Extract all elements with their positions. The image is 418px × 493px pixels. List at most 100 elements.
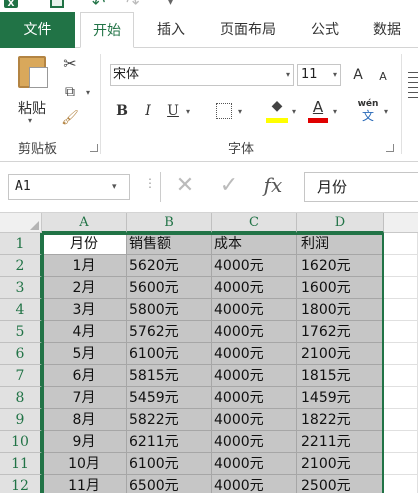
grid-cell[interactable]: 2500元 — [297, 475, 384, 493]
formula-input[interactable]: 月份 — [304, 172, 418, 202]
row-header[interactable]: 9 — [0, 409, 42, 431]
grid-cell[interactable]: 6100元 — [127, 453, 212, 475]
chevron-down-icon[interactable]: ▾ — [238, 107, 242, 116]
grid-cell[interactable]: 2100元 — [297, 453, 384, 475]
tab-formulas[interactable]: 公式 — [302, 12, 348, 48]
font-dialog-launcher-icon[interactable] — [386, 144, 394, 152]
grid-cell[interactable]: 2100元 — [297, 343, 384, 365]
redo-icon[interactable]: ↷ — [126, 0, 140, 12]
underline-button[interactable]: U — [163, 100, 183, 122]
chevron-down-icon[interactable]: ▾ — [286, 70, 290, 79]
active-cell[interactable]: 月份 — [42, 233, 127, 255]
row-header[interactable]: 2 — [0, 255, 42, 277]
row-header[interactable]: 8 — [0, 387, 42, 409]
grid-cell[interactable]: 11月 — [42, 475, 127, 493]
clipboard-dialog-launcher-icon[interactable] — [90, 144, 98, 152]
column-header-d[interactable]: D — [297, 213, 384, 233]
copy-icon[interactable]: ⧉ — [60, 82, 80, 102]
grid-cell[interactable]: 1822元 — [297, 409, 384, 431]
customize-toolbar-icon[interactable]: ▾ — [168, 0, 182, 12]
undo-icon[interactable]: ↶ — [92, 0, 106, 12]
save-icon[interactable] — [50, 0, 64, 8]
grid-cell-empty[interactable] — [384, 387, 418, 409]
grid-cell[interactable]: 5459元 — [127, 387, 212, 409]
formula-bar-resize-handle[interactable]: ⋮ — [144, 176, 156, 190]
grid-cell[interactable]: 成本 — [212, 233, 297, 255]
grid-cell-empty[interactable] — [384, 299, 418, 321]
grid-cell[interactable]: 8月 — [42, 409, 127, 431]
grid-cell[interactable]: 6100元 — [127, 343, 212, 365]
tab-page-layout[interactable]: 页面布局 — [210, 12, 286, 48]
grid-cell[interactable]: 1815元 — [297, 365, 384, 387]
grid-cell-empty[interactable] — [384, 409, 418, 431]
grid-cell-empty[interactable] — [384, 321, 418, 343]
chevron-down-icon[interactable]: ▾ — [186, 107, 190, 116]
borders-icon[interactable] — [216, 103, 232, 119]
grid-cell[interactable]: 5600元 — [127, 277, 212, 299]
grid-cell[interactable]: 5815元 — [127, 365, 212, 387]
grid-cell[interactable]: 1600元 — [297, 277, 384, 299]
grid-cell-empty[interactable] — [384, 343, 418, 365]
grid-cell[interactable]: 6月 — [42, 365, 127, 387]
chevron-down-icon[interactable]: ▾ — [333, 70, 337, 79]
paste-button[interactable]: 粘贴 ▾ — [12, 54, 52, 125]
grid-cell[interactable]: 5月 — [42, 343, 127, 365]
grid-cell[interactable]: 5762元 — [127, 321, 212, 343]
chevron-down-icon[interactable]: ▾ — [333, 107, 337, 116]
grid-cell-empty[interactable] — [384, 475, 418, 493]
row-header[interactable]: 4 — [0, 299, 42, 321]
grid-cell[interactable]: 2月 — [42, 277, 127, 299]
grid-cell[interactable]: 3月 — [42, 299, 127, 321]
grid-cell[interactable]: 4000元 — [212, 299, 297, 321]
chevron-down-icon[interactable]: ▾ — [292, 107, 296, 116]
grid-cell[interactable]: 9月 — [42, 431, 127, 453]
bold-button[interactable]: B — [112, 100, 132, 122]
grid-cell[interactable]: 1月 — [42, 255, 127, 277]
row-header[interactable]: 1 — [0, 233, 42, 255]
grid-cell[interactable]: 4月 — [42, 321, 127, 343]
chevron-down-icon[interactable]: ▾ — [86, 88, 90, 97]
cancel-icon[interactable]: ✕ — [172, 172, 198, 200]
grid-cell[interactable]: 1800元 — [297, 299, 384, 321]
grid-cell[interactable]: 1762元 — [297, 321, 384, 343]
grid-cell[interactable]: 6500元 — [127, 475, 212, 493]
chevron-down-icon[interactable]: ▾ — [384, 107, 388, 116]
tab-data[interactable]: 数据 — [364, 12, 410, 48]
row-header[interactable]: 7 — [0, 365, 42, 387]
italic-button[interactable]: I — [138, 100, 158, 122]
chevron-down-icon[interactable]: ▾ — [112, 182, 117, 192]
grid-cell[interactable]: 4000元 — [212, 431, 297, 453]
grid-cell[interactable]: 4000元 — [212, 409, 297, 431]
grid-cell[interactable]: 5800元 — [127, 299, 212, 321]
grid-cell[interactable]: 5620元 — [127, 255, 212, 277]
grid-cell[interactable]: 10月 — [42, 453, 127, 475]
increase-font-size-button[interactable]: A — [348, 64, 368, 86]
grid-cell[interactable]: 1459元 — [297, 387, 384, 409]
insert-function-icon[interactable]: fx — [258, 170, 288, 200]
grid-cell-empty[interactable] — [384, 453, 418, 475]
tab-insert[interactable]: 插入 — [148, 12, 194, 48]
grid-cell[interactable]: 7月 — [42, 387, 127, 409]
grid-cell[interactable]: 4000元 — [212, 255, 297, 277]
grid-cell[interactable]: 1620元 — [297, 255, 384, 277]
decrease-font-size-button[interactable]: A — [373, 66, 393, 88]
grid-cell-empty[interactable] — [384, 233, 418, 255]
grid-cell[interactable]: 6211元 — [127, 431, 212, 453]
grid-cell-empty[interactable] — [384, 365, 418, 387]
grid-cell-empty[interactable] — [384, 255, 418, 277]
grid-cell[interactable]: 4000元 — [212, 277, 297, 299]
column-header-b[interactable]: B — [127, 213, 212, 233]
grid-cell[interactable]: 4000元 — [212, 343, 297, 365]
grid-cell[interactable]: 4000元 — [212, 365, 297, 387]
cut-icon[interactable]: ✂ — [60, 54, 80, 74]
row-header[interactable]: 5 — [0, 321, 42, 343]
grid-cell[interactable]: 5822元 — [127, 409, 212, 431]
row-header[interactable]: 6 — [0, 343, 42, 365]
align-left-icon[interactable] — [408, 68, 418, 138]
phonetic-guide-icon[interactable]: wén 文 — [356, 98, 380, 124]
grid-cell-empty[interactable] — [384, 277, 418, 299]
grid-cell[interactable]: 销售额 — [127, 233, 212, 255]
tab-file[interactable]: 文件 — [0, 12, 75, 48]
column-header-c[interactable]: C — [212, 213, 297, 233]
grid-cell[interactable]: 利润 — [297, 233, 384, 255]
